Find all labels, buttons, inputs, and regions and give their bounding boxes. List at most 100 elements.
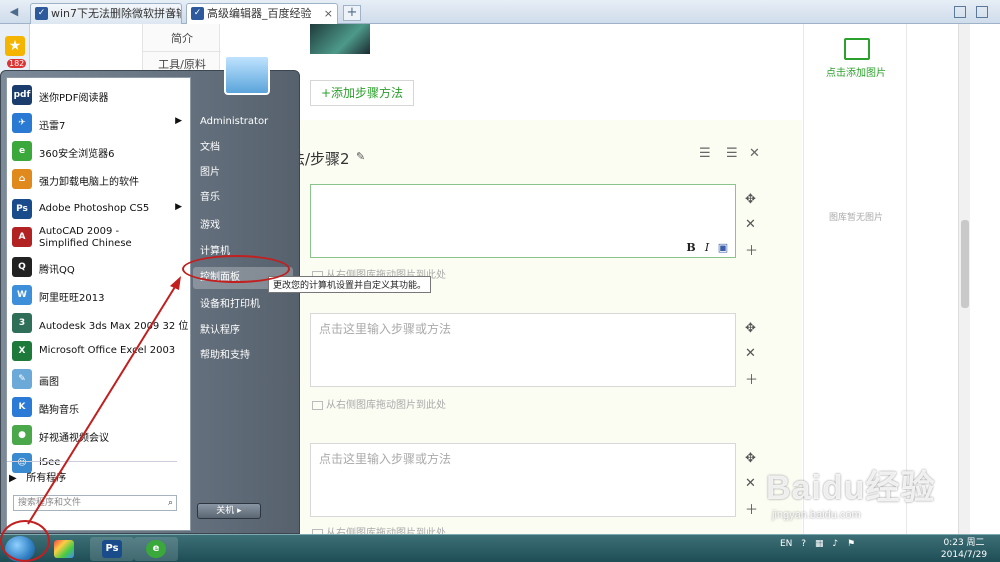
- page-favicon-icon: ✓: [35, 7, 48, 20]
- pdf-icon: pdf: [12, 85, 32, 105]
- favorites-star-icon[interactable]: ★: [5, 36, 25, 56]
- step-input-box[interactable]: 点击这里输入步骤或方法: [310, 313, 736, 387]
- colorful-app-icon: [54, 540, 74, 558]
- start-menu-place[interactable]: 默认程序: [193, 320, 293, 342]
- nav-intro[interactable]: 简介: [143, 26, 221, 52]
- start-menu: pdf 迷你PDF阅读器 ✈ 迅雷7 ▶ e 360安全浏览器6 ⌂ 强力卸载电脑上的软件 Ps A…: [0, 55, 300, 534]
- delete-step-icon[interactable]: ✕: [745, 217, 756, 232]
- network-icon[interactable]: ▦: [815, 539, 824, 549]
- start-menu-program[interactable]: ✎ 画图: [7, 366, 190, 392]
- bold-button[interactable]: B: [683, 241, 699, 254]
- restore-window-icon[interactable]: [954, 6, 966, 18]
- start-menu-program[interactable]: W 阿里旺旺2013: [7, 282, 190, 308]
- start-menu-place[interactable]: Administrator: [193, 111, 293, 133]
- user-avatar[interactable]: [224, 55, 270, 95]
- taskbar-360browser-button[interactable]: e: [134, 537, 178, 561]
- flag-icon[interactable]: ⚑: [847, 539, 855, 549]
- step-input-box[interactable]: B I ▣: [310, 184, 736, 258]
- system-clock[interactable]: 0:23 周二 2014/7/29: [934, 537, 994, 561]
- start-menu-place[interactable]: 设备和打印机: [193, 294, 293, 316]
- help-icon[interactable]: ?: [801, 539, 806, 549]
- add-step-icon[interactable]: ＋: [745, 369, 758, 388]
- shutdown-button[interactable]: 关机 ▸: [197, 503, 261, 519]
- browser-tab-bar: ◀ ✓ win7下无法删除微软拼音输入 × ✓ 高级编辑器_百度经验 × +: [0, 0, 1000, 24]
- start-menu-program[interactable]: Ps Adobe Photoshop CS5 ▶: [7, 196, 190, 222]
- all-programs-item[interactable]: ▶ 所有程序: [9, 469, 66, 484]
- program-label: 迷你PDF阅读器: [39, 93, 109, 104]
- videoconf-icon: ●: [12, 425, 32, 445]
- delete-step-icon[interactable]: ✕: [745, 476, 756, 491]
- close-panel-icon[interactable]: ✕: [749, 146, 760, 161]
- step-input-box[interactable]: 点击这里输入步骤或方法: [310, 443, 736, 517]
- kugou-icon: K: [12, 397, 32, 417]
- program-label: 强力卸载电脑上的软件: [39, 177, 139, 188]
- move-handle-icon[interactable]: ✥: [745, 192, 756, 207]
- add-step-icon[interactable]: ＋: [745, 499, 758, 518]
- page-favicon-icon: ✓: [191, 7, 204, 20]
- start-menu-program[interactable]: 3 Autodesk 3ds Max 2009 32 位: [7, 310, 190, 336]
- program-list: pdf 迷你PDF阅读器 ✈ 迅雷7 ▶ e 360安全浏览器6 ⌂ 强力卸载电脑上的软件 Ps A…: [6, 77, 191, 531]
- close-tab-icon[interactable]: ×: [324, 4, 333, 23]
- start-menu-place[interactable]: 游戏: [193, 215, 293, 237]
- start-menu-program[interactable]: K 酷狗音乐: [7, 394, 190, 420]
- search-icon[interactable]: ⌕: [168, 496, 173, 510]
- bullet-list-icon[interactable]: ☰: [726, 146, 738, 161]
- program-label: iSee: [39, 457, 61, 468]
- all-programs-label: 所有程序: [26, 473, 67, 484]
- start-search-input[interactable]: 搜索程序和文件 ⌕: [13, 495, 177, 511]
- program-label: Autodesk 3ds Max 2009 32 位: [39, 321, 189, 332]
- page-scrollbar[interactable]: [958, 24, 970, 534]
- favorites-count-badge: 182: [7, 59, 27, 68]
- start-menu-program[interactable]: X Microsoft Office Excel 2003: [7, 338, 190, 364]
- start-menu-program[interactable]: A AutoCAD 2009 - Simplified Chinese: [7, 224, 190, 254]
- image-library-panel: 点击添加图片 图库暂无图片: [803, 24, 907, 534]
- program-label: 好视通视频会议: [39, 433, 109, 444]
- start-menu-place[interactable]: 图片: [193, 162, 293, 184]
- start-menu-program[interactable]: e 360安全浏览器6: [7, 138, 190, 164]
- photoshop-icon: Ps: [102, 540, 122, 558]
- start-menu-program[interactable]: ● 好视通视频会议: [7, 422, 190, 448]
- aliwangwang-icon: W: [12, 285, 32, 305]
- scrollbar-thumb[interactable]: [961, 220, 969, 308]
- browser360-icon: e: [146, 540, 166, 558]
- drag-image-hint: 从右侧图库拖动图片到此处: [312, 396, 446, 411]
- start-menu-program[interactable]: ⌂ 强力卸载电脑上的软件: [7, 166, 190, 192]
- numbered-list-icon[interactable]: ☰: [699, 146, 711, 161]
- pencil-icon[interactable]: ✎: [356, 150, 365, 163]
- insert-image-icon[interactable]: ▣: [715, 241, 731, 254]
- start-menu-place[interactable]: 音乐: [193, 187, 293, 209]
- drag-hint-text: 从右侧图库拖动图片到此处: [326, 400, 446, 411]
- browser-tab-1[interactable]: ✓ win7下无法删除微软拼音输入 ×: [30, 3, 182, 24]
- back-icon[interactable]: ◀: [6, 4, 22, 20]
- shutdown-label: 关机: [216, 506, 235, 516]
- program-label: 画图: [39, 377, 59, 388]
- add-step-button[interactable]: +添加步骤方法: [310, 80, 414, 106]
- program-label: 360安全浏览器6: [39, 149, 115, 160]
- browser-tab-2[interactable]: ✓ 高级编辑器_百度经验 ×: [186, 3, 338, 24]
- start-menu-place[interactable]: 文档: [193, 137, 293, 159]
- move-handle-icon[interactable]: ✥: [745, 321, 756, 336]
- new-tab-button[interactable]: +: [343, 5, 361, 21]
- start-menu-program[interactable]: Q 腾讯QQ: [7, 254, 190, 280]
- empty-library-text: 图库暂无图片: [828, 213, 883, 223]
- delete-step-icon[interactable]: ✕: [745, 346, 756, 361]
- program-label: Adobe Photoshop CS5: [39, 203, 150, 214]
- step-image-thumbnail[interactable]: [310, 24, 370, 54]
- move-handle-icon[interactable]: ✥: [745, 451, 756, 466]
- italic-button[interactable]: I: [699, 241, 715, 254]
- add-step-icon[interactable]: ＋: [745, 240, 758, 259]
- volume-icon[interactable]: ♪: [832, 539, 838, 549]
- close-tab-icon[interactable]: ×: [168, 4, 177, 23]
- add-image-icon[interactable]: [844, 38, 870, 60]
- input-language[interactable]: EN: [780, 539, 792, 549]
- excel-icon: X: [12, 341, 32, 361]
- tile-windows-icon[interactable]: [976, 6, 988, 18]
- add-image-link[interactable]: 点击添加图片: [804, 64, 908, 79]
- start-menu-program[interactable]: ✈ 迅雷7 ▶: [7, 110, 190, 136]
- start-menu-place[interactable]: 帮助和支持: [193, 345, 293, 367]
- tab-title: 高级编辑器_百度经验: [207, 7, 312, 20]
- qq-icon: Q: [12, 257, 32, 277]
- start-menu-program[interactable]: pdf 迷你PDF阅读器: [7, 82, 190, 108]
- program-label: 阿里旺旺2013: [39, 293, 105, 304]
- taskbar-photoshop-button[interactable]: Ps: [90, 537, 134, 561]
